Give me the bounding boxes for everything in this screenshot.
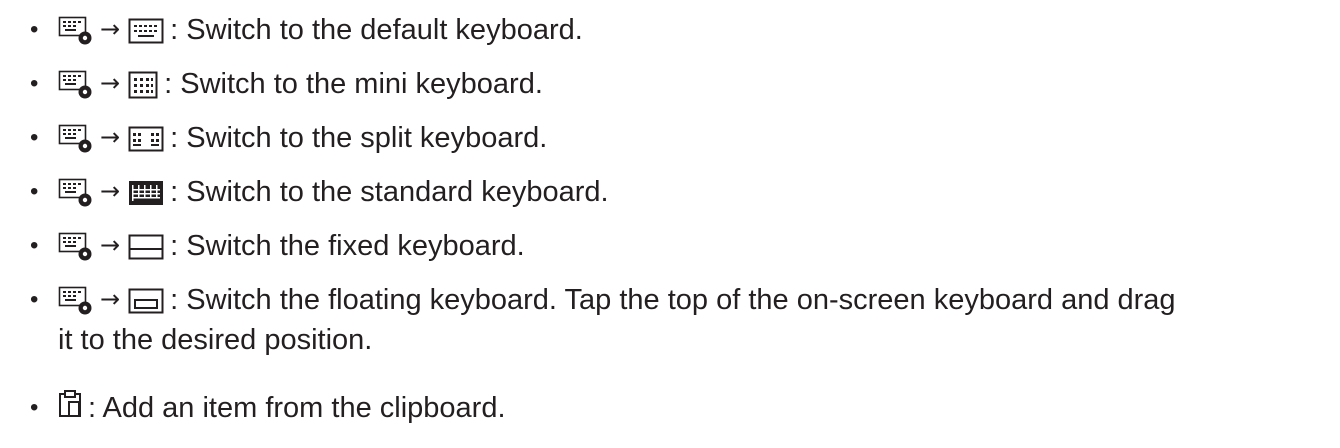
arrow: → [100, 231, 121, 260]
keyboard-settings-icon [58, 16, 94, 46]
keyboard-settings-icon [58, 124, 94, 154]
item-text: : Switch to the standard keyboard. [170, 176, 609, 208]
item-text: : Switch to the default keyboard. [170, 14, 583, 46]
item-text: : Switch to the split keyboard. [170, 122, 548, 154]
arrow: → [100, 69, 121, 98]
arrow: → [100, 285, 121, 314]
bullet: • [30, 394, 39, 421]
floating-keyboard-icon [128, 288, 164, 314]
item-text: : Switch the floating keyboard. Tap the … [170, 284, 1176, 316]
list-item: • → : Switch the floating keyboard. Tap … [0, 280, 1340, 360]
item-text: : Add an item from the clipboard. [88, 392, 506, 424]
bullet: • [30, 286, 39, 313]
arrow: → [100, 15, 121, 44]
standard-keyboard-icon [128, 180, 164, 206]
mini-keyboard-icon [128, 71, 158, 99]
fixed-keyboard-icon [128, 234, 164, 260]
keyboard-settings-icon [58, 232, 94, 262]
bullet: • [30, 16, 39, 43]
bullet: • [30, 70, 39, 97]
split-keyboard-icon [128, 126, 164, 152]
keyboard-settings-icon [58, 178, 94, 208]
arrow: → [100, 177, 121, 206]
item-text-continued: it to the desired position. [58, 324, 373, 356]
bullet: • [30, 232, 39, 259]
item-text: : Switch the fixed keyboard. [170, 230, 525, 262]
arrow: → [100, 123, 121, 152]
keyboard-settings-icon [58, 286, 94, 316]
default-keyboard-icon [128, 18, 164, 44]
bullet: • [30, 178, 39, 205]
clipboard-icon [58, 389, 82, 429]
item-text: : Switch to the mini keyboard. [164, 68, 543, 100]
bullet: • [30, 124, 39, 151]
keyboard-settings-icon [58, 70, 94, 100]
